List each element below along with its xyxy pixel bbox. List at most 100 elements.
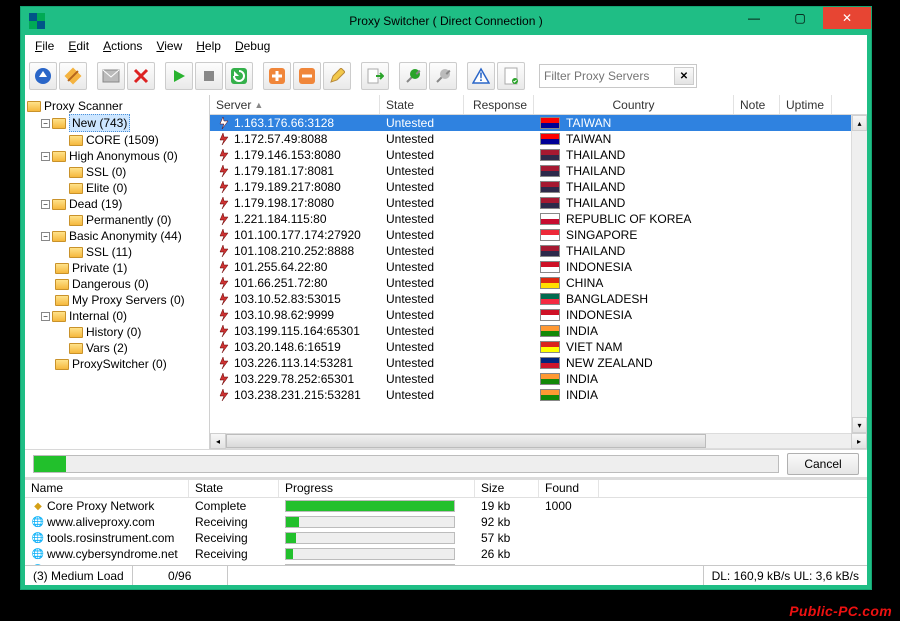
play-button[interactable] [165, 62, 193, 90]
delete-button[interactable] [127, 62, 155, 90]
document-button[interactable] [497, 62, 525, 90]
col-uptime[interactable]: Uptime [780, 95, 832, 114]
server-row[interactable]: 103.229.78.252:65301UntestedINDIA [210, 371, 851, 387]
menu-actions[interactable]: Actions [97, 37, 148, 55]
scol-progress[interactable]: Progress [279, 480, 475, 497]
tree-item[interactable]: SSL (0) [27, 164, 207, 180]
flag-icon [540, 373, 560, 385]
tree-item[interactable]: History (0) [27, 324, 207, 340]
folder-icon [55, 263, 69, 274]
source-row[interactable]: 🌐www.aliveproxy.comReceiving92 kb [25, 514, 867, 530]
tree-item[interactable]: Private (1) [27, 260, 207, 276]
cancel-button[interactable]: Cancel [787, 453, 859, 475]
server-row[interactable]: 103.10.52.83:53015UntestedBANGLADESH [210, 291, 851, 307]
tree-item[interactable]: Permanently (0) [27, 212, 207, 228]
col-note[interactable]: Note [734, 95, 780, 114]
scol-found[interactable]: Found [539, 480, 599, 497]
server-row[interactable]: 1.163.176.66:3128UntestedTAIWAN [210, 115, 851, 131]
connect-button[interactable] [399, 62, 427, 90]
menu-view[interactable]: View [150, 37, 188, 55]
progress-row: Cancel [25, 449, 867, 477]
filter-input[interactable] [544, 69, 674, 83]
maximize-button[interactable]: ▢ [777, 7, 823, 29]
server-row[interactable]: 103.20.148.6:16519UntestedVIET NAM [210, 339, 851, 355]
folder-icon [69, 343, 83, 354]
menu-edit[interactable]: Edit [62, 37, 95, 55]
vertical-scrollbar[interactable]: ▴ ▾ [851, 115, 867, 433]
scroll-left-icon[interactable]: ◂ [210, 433, 226, 449]
server-row[interactable]: 103.226.113.14:53281UntestedNEW ZEALAND [210, 355, 851, 371]
up-button[interactable] [29, 62, 57, 90]
server-rows[interactable]: 1.163.176.66:3128UntestedTAIWAN1.172.57.… [210, 115, 851, 433]
close-button[interactable]: ✕ [823, 7, 871, 29]
server-row[interactable]: 103.199.115.164:65301UntestedINDIA [210, 323, 851, 339]
menu-debug[interactable]: Debug [229, 37, 276, 55]
scol-size[interactable]: Size [475, 480, 539, 497]
menu-help[interactable]: Help [190, 37, 227, 55]
tree-item[interactable]: Vars (2) [27, 340, 207, 356]
tree-panel[interactable]: Proxy Scanner−New (743)CORE (1509)−High … [25, 95, 210, 449]
server-row[interactable]: 103.10.98.62:9999UntestedINDONESIA [210, 307, 851, 323]
server-row[interactable]: 103.238.231.215:53281UntestedINDIA [210, 387, 851, 403]
col-response[interactable]: Response [464, 95, 534, 114]
remove-button[interactable] [293, 62, 321, 90]
server-row[interactable]: 1.179.198.17:8080UntestedTHAILAND [210, 195, 851, 211]
col-server[interactable]: Server▲ [210, 95, 380, 114]
server-row[interactable]: 1.179.181.17:8081UntestedTHAILAND [210, 163, 851, 179]
titlebar[interactable]: Proxy Switcher ( Direct Connection ) — ▢… [21, 7, 871, 35]
server-row[interactable]: 101.255.64.22:80UntestedINDONESIA [210, 259, 851, 275]
server-row[interactable]: 101.100.177.174:27920UntestedSINGAPORE [210, 227, 851, 243]
horizontal-scrollbar[interactable]: ◂ ▸ [210, 433, 867, 449]
sources-headers[interactable]: Name State Progress Size Found [25, 480, 867, 498]
server-row[interactable]: 1.221.184.115:80UntestedREPUBLIC OF KORE… [210, 211, 851, 227]
scroll-up-icon[interactable]: ▴ [852, 115, 867, 131]
server-row[interactable]: 101.66.251.72:80UntestedCHINA [210, 275, 851, 291]
disconnect-button[interactable] [429, 62, 457, 90]
server-row[interactable]: 101.108.210.252:8888UntestedTHAILAND [210, 243, 851, 259]
source-row[interactable]: ◆Core Proxy NetworkComplete19 kb1000 [25, 498, 867, 514]
scroll-down-icon[interactable]: ▾ [852, 417, 867, 433]
flag-icon [540, 165, 560, 177]
tree-item[interactable]: SSL (11) [27, 244, 207, 260]
filter-box[interactable]: ✕ [539, 64, 697, 88]
source-row[interactable]: 🌐www.cybersyndrome.netReceiving26 kb [25, 546, 867, 562]
filter-clear-icon[interactable]: ✕ [674, 67, 694, 85]
minimize-button[interactable]: — [731, 7, 777, 29]
col-country[interactable]: Country [534, 95, 734, 114]
application-window: Proxy Switcher ( Direct Connection ) — ▢… [20, 6, 872, 590]
server-row[interactable]: 1.179.189.217:8080UntestedTHAILAND [210, 179, 851, 195]
add-button[interactable] [263, 62, 291, 90]
server-row[interactable]: 1.179.146.153:8080UntestedTHAILAND [210, 147, 851, 163]
tree-item[interactable]: −Internal (0) [27, 308, 207, 324]
tree-item[interactable]: −Dead (19) [27, 196, 207, 212]
tree-item[interactable]: ProxySwitcher (0) [27, 356, 207, 372]
tree-item[interactable]: Dangerous (0) [27, 276, 207, 292]
tree-item[interactable]: Elite (0) [27, 180, 207, 196]
source-row[interactable]: 🌐tools.rosinstrument.comReceiving57 kb [25, 530, 867, 546]
tree-item[interactable]: CORE (1509) [27, 132, 207, 148]
export-button[interactable] [361, 62, 389, 90]
flag-icon [540, 229, 560, 241]
tree-item[interactable]: −High Anonymous (0) [27, 148, 207, 164]
tree-item[interactable]: Proxy Scanner [27, 98, 207, 114]
status-speed: DL: 160,9 kB/s UL: 3,6 kB/s [703, 566, 867, 585]
scroll-right-icon[interactable]: ▸ [851, 433, 867, 449]
scol-name[interactable]: Name [25, 480, 189, 497]
col-state[interactable]: State [380, 95, 464, 114]
tree-item[interactable]: −Basic Anonymity (44) [27, 228, 207, 244]
mail-button[interactable] [97, 62, 125, 90]
server-row[interactable]: 1.172.57.49:8088UntestedTAIWAN [210, 131, 851, 147]
flag-icon [540, 389, 560, 401]
warning-button[interactable]: ! [467, 62, 495, 90]
refresh-button[interactable] [225, 62, 253, 90]
edit-button[interactable] [323, 62, 351, 90]
source-row[interactable]: 🌐www.nntime.comReceiving58 kb36 [25, 562, 867, 565]
column-headers[interactable]: Server▲ State Response Country Note Upti… [210, 95, 867, 115]
tree-item[interactable]: −New (743) [27, 114, 207, 132]
bolt-icon [216, 388, 232, 402]
tree-item[interactable]: My Proxy Servers (0) [27, 292, 207, 308]
wand-button[interactable] [59, 62, 87, 90]
scol-state[interactable]: State [189, 480, 279, 497]
menu-file[interactable]: File [29, 37, 60, 55]
stop-button[interactable] [195, 62, 223, 90]
